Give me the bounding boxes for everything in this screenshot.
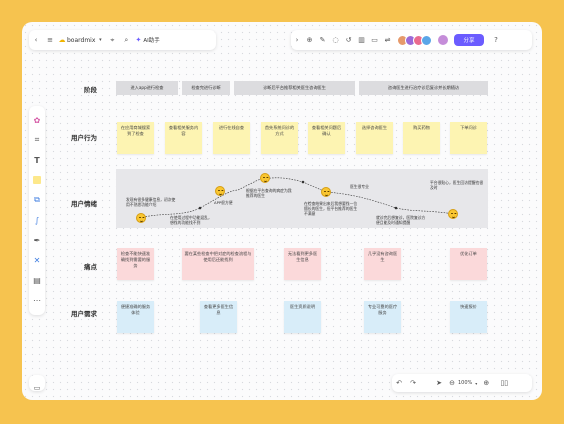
current-user-avatar[interactable] [438,35,448,45]
cloud-icon: ☁ [58,36,66,44]
search-icon[interactable]: ⌕ [119,36,133,45]
behavior-note[interactable]: 在应用商城搜索到了检查 [117,122,154,154]
sticky-note-swatch [33,176,41,184]
user-need-note[interactable]: 查看更多医生信息 [200,301,237,333]
menu-icon[interactable]: ≡ [43,36,57,44]
chevron-down-icon[interactable]: ▾ [472,381,480,386]
expand-icon[interactable]: › [291,36,303,44]
sticky-note-icon[interactable] [29,170,45,190]
pain-point-note[interactable]: 优化订单 [450,248,487,280]
emotion-text: 发现有很多健康信息，初次使用不熟悉功能介绍 [126,197,176,208]
emotion-row-label: 用户情绪 [71,200,97,208]
behavior-row-label: 用户行为 [71,134,97,142]
behavior-note[interactable]: 下单问诊 [450,122,487,154]
share-button[interactable]: 分享 [454,34,484,46]
pain-point-note[interactable]: 几乎没有咨询医生 [364,248,401,280]
needs-row-label: 用户需求 [71,310,97,318]
tool-sidebar: ✿ ⌗ T ⧉ ∫ ✒ ✕ ▤ ⋯ [29,106,45,315]
brush-icon[interactable]: ✎ [316,36,329,44]
emotion-text: 平台很贴心，医生回访提醒也很及时 [430,180,484,191]
text-tool-icon[interactable]: T [29,150,45,170]
template-tool-icon[interactable]: ▤ [29,270,45,290]
stage-bar[interactable]: 进入app进行检查 [116,81,178,95]
back-icon[interactable]: ‹ [29,36,43,44]
share-label: 分享 [463,38,475,44]
zoom-level[interactable]: 100% [458,380,472,386]
logo-icon: ✿ [33,115,41,125]
emotion-text: APP很方便 [214,200,233,205]
collaborator-avatars[interactable] [397,34,432,46]
minimap-icon: ▭ [33,384,41,392]
stage-row-label: 阶段 [84,86,97,94]
behavior-note[interactable]: 进行在线自查 [213,122,250,154]
frame-tool-icon[interactable]: ⌗ [29,130,45,150]
more-icon[interactable]: ⋯ [29,290,45,310]
cursor-icon[interactable]: ➤ [432,379,446,387]
stage-bar[interactable]: 咨询医生进行治疗诊后复诊并长期随访 [359,81,488,95]
emotion-text: 在使用过程中功能混乱，想找的功能找不到 [170,215,212,226]
connector-tool-icon[interactable]: ∫ [29,210,45,230]
presentation-icon[interactable]: ▭ [368,36,381,44]
pen-tool-icon[interactable]: ✒ [29,230,45,250]
user-need-note[interactable]: 便捷准确的服务体验 [117,301,154,333]
undo-icon[interactable]: ↶ [392,379,406,387]
zoom-out-icon[interactable]: ⊖ [446,379,458,387]
emoji-face-icon [215,186,225,196]
emotion-text: 根据在平台查询的病症为我推荐的医生 [246,188,292,199]
mindmap-tool-icon[interactable]: ✕ [29,250,45,270]
emoji-face-icon [321,187,331,197]
emoji-face-icon [260,173,270,183]
emotion-text: 就诊完后想复诊，医院复诊方便且能及时通知提醒 [376,215,426,226]
user-need-note[interactable]: 专业可靠的医疗服务 [364,301,401,333]
shape-tool-icon[interactable]: ⧉ [29,190,45,210]
emoji-face-icon [136,213,146,223]
chart-icon[interactable]: ▥ [355,36,368,44]
top-left-toolbar: ‹ ≡ ☁ boardmix ▾ ⌖ ⌕ ✦ AI助手 [29,30,216,50]
filter-icon[interactable]: ⇌ [381,36,394,44]
avatar [421,34,432,46]
behavior-note[interactable]: 选择咨询医生 [356,122,393,154]
minimap-toggle[interactable]: ▭ [29,375,45,392]
pain-row-label: 痛点 [84,263,97,271]
chevron-down-icon[interactable]: ▾ [95,37,105,43]
tag-icon[interactable]: ⌖ [105,36,119,45]
stage-bar[interactable]: 检查完进行诊断 [182,81,230,95]
zoom-toolbar: ↶ ↷ ➤ ⊖ 100% ▾ ⊕ ▯▯ [392,374,532,392]
user-need-note[interactable]: 快速报价 [450,301,487,333]
history-icon[interactable]: ↺ [342,36,355,44]
board-canvas[interactable]: ‹ ≡ ☁ boardmix ▾ ⌖ ⌕ ✦ AI助手 › ⊕ ✎ ◌ ↺ ▥ … [22,22,542,400]
ai-assistant-button[interactable]: AI助手 [143,36,159,44]
zoom-in-icon[interactable]: ⊕ [480,379,492,387]
redo-icon[interactable]: ↷ [406,379,420,387]
stage-bar[interactable]: 诊断后平台推荐相关医生咨询医生 [234,81,355,95]
pain-point-note[interactable]: 检查不能快速准确找到需要的服务 [117,248,154,280]
help-icon[interactable]: ? [488,36,504,44]
board-title[interactable]: boardmix [67,37,95,44]
emoji-face-icon [448,209,458,219]
pain-point-note[interactable]: 要在某些检查中把对症的检查流程与使用后还能找到 [182,248,254,280]
emotion-text: 在检查结果出来后我想要找一位擅长的医生，但平台推荐的医生不满意 [304,201,358,217]
comment-icon[interactable]: ◌ [329,36,342,44]
user-need-note[interactable]: 医生资质说明 [284,301,321,333]
ai-icon: ✦ [135,36,142,44]
book-icon[interactable]: ▯▯ [496,379,512,387]
behavior-note[interactable]: 首先系统问诊的方式 [261,122,298,154]
behavior-note[interactable]: 查看相关服务内容 [165,122,202,154]
behavior-note[interactable]: 查看相关问题后确认 [308,122,345,154]
top-right-toolbar: › ⊕ ✎ ◌ ↺ ▥ ▭ ⇌ 分享 ? [291,30,532,50]
behavior-note[interactable]: 购买药物 [403,122,440,154]
emotion-text: 医生很专业 [350,184,369,189]
pain-point-note[interactable]: 无法看到更多医生信息 [284,248,321,280]
plus-circle-icon[interactable]: ⊕ [303,36,316,44]
